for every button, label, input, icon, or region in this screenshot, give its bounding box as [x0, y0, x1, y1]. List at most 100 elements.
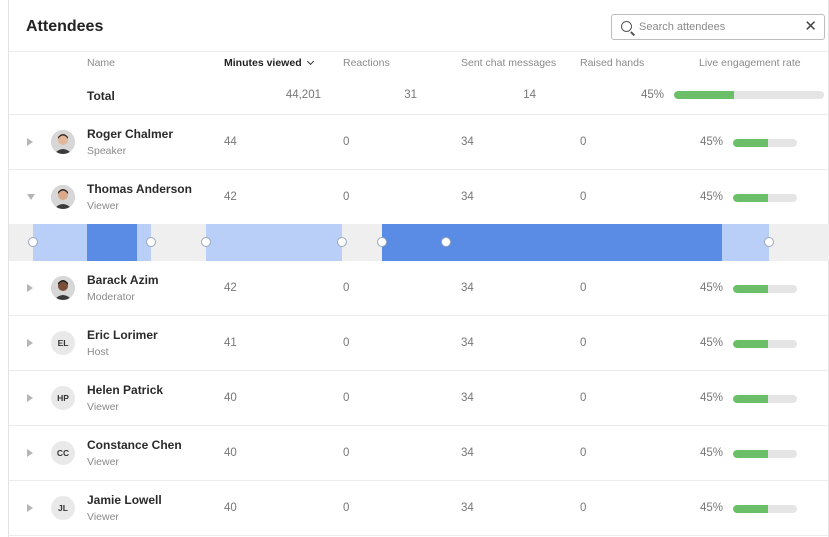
avatar-initials: EL [57, 338, 69, 348]
attendee-role: Speaker [87, 145, 127, 157]
avatar [51, 130, 75, 154]
caret-down-icon[interactable] [27, 194, 35, 200]
search-box[interactable]: ✕ [611, 14, 825, 40]
reactions: 0 [343, 337, 350, 349]
timeline-handle[interactable] [441, 237, 451, 247]
total-engagement-percent: 45% [640, 89, 664, 101]
raised-hands: 0 [580, 392, 587, 404]
engagement-bar [733, 194, 797, 202]
close-icon[interactable]: ✕ [804, 18, 817, 36]
caret-right-icon[interactable] [27, 138, 33, 146]
total-label: Total [87, 89, 115, 103]
timeline-segment [722, 224, 769, 261]
total-minutes-viewed: 44,201 [285, 89, 321, 101]
attendee-row[interactable]: Thomas Anderson Viewer 42 0 34 0 45% [9, 170, 829, 225]
sent-chat-messages: 34 [461, 392, 474, 404]
raised-hands: 0 [580, 191, 587, 203]
avatar: CC [51, 441, 75, 465]
attendee-name[interactable]: Thomas Anderson [87, 182, 192, 196]
timeline-handle[interactable] [337, 237, 347, 247]
timeline-handle[interactable] [28, 237, 38, 247]
column-header-name[interactable]: Name [87, 57, 115, 69]
caret-right-icon[interactable] [27, 284, 33, 292]
reactions: 0 [343, 392, 350, 404]
attendee-row[interactable]: EL Eric Lorimer Host 41 0 34 0 45% [9, 316, 829, 371]
avatar: EL [51, 331, 75, 355]
raised-hands: 0 [580, 136, 587, 148]
minutes-viewed: 44 [224, 136, 237, 148]
attendee-name[interactable]: Barack Azim [87, 273, 159, 287]
search-icon [621, 21, 632, 32]
timeline-handle[interactable] [201, 237, 211, 247]
timeline-segment [33, 224, 87, 261]
sent-chat-messages: 34 [461, 502, 474, 514]
timeline-segment [206, 224, 342, 261]
attendee-name[interactable]: Roger Chalmer [87, 127, 173, 141]
sent-chat-messages: 34 [461, 447, 474, 459]
column-header-raised-hands[interactable]: Raised hands [580, 57, 644, 69]
raised-hands: 0 [580, 447, 587, 459]
total-row: Total 44,201 31 14 45% [9, 75, 829, 115]
total-engagement-fill [674, 91, 734, 99]
viewing-timeline [9, 224, 829, 261]
column-header-sent-chat-messages[interactable]: Sent chat messages [461, 57, 556, 69]
timeline-handle[interactable] [377, 237, 387, 247]
minutes-viewed: 42 [224, 191, 237, 203]
caret-right-icon[interactable] [27, 339, 33, 347]
engagement-bar [733, 505, 797, 513]
engagement-fill [733, 285, 769, 293]
reactions: 0 [343, 136, 350, 148]
reactions: 0 [343, 191, 350, 203]
timeline-handle[interactable] [764, 237, 774, 247]
sent-chat-messages: 34 [461, 136, 474, 148]
caret-right-icon[interactable] [27, 449, 33, 457]
attendee-name[interactable]: Helen Patrick [87, 383, 163, 397]
attendee-row[interactable]: CC Constance Chen Viewer 40 0 34 0 45% [9, 426, 829, 481]
sent-chat-messages: 34 [461, 337, 474, 349]
engagement-percent: 45% [699, 136, 723, 148]
avatar: HP [51, 386, 75, 410]
engagement-percent: 45% [699, 447, 723, 459]
caret-right-icon[interactable] [27, 504, 33, 512]
column-header-live-engagement-rate[interactable]: Live engagement rate [699, 57, 801, 69]
total-sent-chat-messages: 14 [523, 89, 536, 101]
attendee-row[interactable]: HP Helen Patrick Viewer 40 0 34 0 45% [9, 371, 829, 426]
avatar-initials: CC [56, 448, 70, 458]
engagement-fill [733, 395, 769, 403]
total-reactions: 31 [404, 89, 417, 101]
attendee-role: Host [87, 346, 109, 358]
engagement-fill [733, 194, 769, 202]
engagement-percent: 45% [699, 392, 723, 404]
sent-chat-messages: 34 [461, 191, 474, 203]
raised-hands: 0 [580, 337, 587, 349]
minutes-viewed: 41 [224, 337, 237, 349]
reactions: 0 [343, 502, 350, 514]
panel-title: Attendees [26, 18, 104, 35]
minutes-viewed: 42 [224, 282, 237, 294]
engagement-bar [733, 340, 797, 348]
engagement-fill [733, 139, 769, 147]
timeline-handle[interactable] [146, 237, 156, 247]
attendee-row[interactable]: Roger Chalmer Speaker 44 0 34 0 45% [9, 115, 829, 170]
attendee-name[interactable]: Eric Lorimer [87, 328, 158, 342]
engagement-fill [733, 450, 769, 458]
attendee-role: Moderator [87, 291, 135, 303]
attendee-row[interactable]: Barack Azim Moderator 42 0 34 0 45% [9, 261, 829, 316]
engagement-bar [733, 285, 797, 293]
column-header-reactions[interactable]: Reactions [343, 57, 390, 69]
avatar-initials: HP [57, 393, 69, 403]
attendee-role: Viewer [87, 511, 119, 523]
caret-right-icon[interactable] [27, 394, 33, 402]
attendees-panel: Attendees ✕ Name Minutes viewed Reaction… [8, 0, 829, 537]
attendee-name[interactable]: Constance Chen [87, 438, 182, 452]
engagement-bar [733, 450, 797, 458]
avatar: JL [51, 496, 75, 520]
engagement-percent: 45% [699, 191, 723, 203]
attendee-name[interactable]: Jamie Lowell [87, 493, 162, 507]
column-header-minutes-viewed[interactable]: Minutes viewed [224, 57, 314, 69]
search-input[interactable] [639, 18, 799, 36]
avatar [51, 185, 75, 209]
attendee-role: Viewer [87, 401, 119, 413]
engagement-bar [733, 139, 797, 147]
attendee-row[interactable]: JL Jamie Lowell Viewer 40 0 34 0 45% [9, 481, 829, 536]
